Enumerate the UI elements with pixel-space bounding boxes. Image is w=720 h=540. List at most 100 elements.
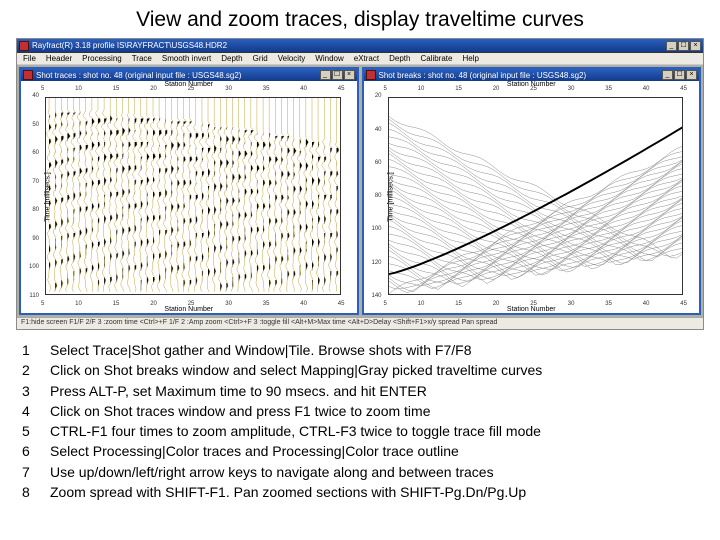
tick: 45 (680, 86, 687, 92)
tick: 40 (300, 301, 307, 307)
tick: 5 (384, 86, 387, 92)
tick: 45 (680, 301, 687, 307)
tick: 5 (41, 86, 44, 92)
instruction-row: 6Select Processing|Color traces and Proc… (22, 441, 698, 461)
menu-processing[interactable]: Processing (82, 54, 122, 63)
child-icon (23, 70, 33, 80)
menu-calibrate[interactable]: Calibrate (420, 54, 452, 63)
instruction-row: 8Zoom spread with SHIFT-F1. Pan zoomed s… (22, 482, 698, 502)
close-button[interactable]: × (686, 70, 697, 80)
minimize-button[interactable]: _ (662, 70, 673, 80)
status-bar: F1:hide screen F1/F 2/F 3 :zoom time <Ct… (17, 317, 703, 329)
close-button[interactable]: × (344, 70, 355, 80)
shot-breaks-title: Shot breaks : shot no. 48 (original inpu… (379, 71, 587, 80)
instruction-row: 1 Select Trace|Shot gather and Window|Til… (22, 340, 698, 360)
instruction-num: 8 (22, 482, 36, 502)
tick: 20 (150, 86, 157, 92)
tick: 5 (384, 301, 387, 307)
minimize-button[interactable]: _ (320, 70, 331, 80)
tick: 45 (338, 86, 345, 92)
instruction-num: 1 (22, 340, 36, 360)
tick: 20 (375, 93, 382, 99)
menu-smooth-invert[interactable]: Smooth invert (162, 54, 211, 63)
tick: 100 (29, 264, 39, 270)
tick: 30 (225, 86, 232, 92)
tick: 10 (418, 86, 425, 92)
maximize-button[interactable]: ☐ (678, 41, 689, 51)
tick: 30 (568, 301, 575, 307)
tick: 30 (225, 301, 232, 307)
shot-traces-canvas[interactable] (45, 97, 341, 295)
menubar: File Header Processing Trace Smooth inve… (17, 53, 703, 65)
tick: 25 (188, 86, 195, 92)
tick: 40 (375, 127, 382, 133)
tick: 15 (113, 86, 120, 92)
tick: 70 (32, 179, 39, 185)
app-window: Rayfract(R) 3.18 profile IS\RAYFRACT\USG… (16, 38, 704, 330)
instruction-num: 2 (22, 360, 36, 380)
tick: 120 (371, 260, 381, 266)
menu-depth2[interactable]: Depth (389, 54, 410, 63)
tick: 35 (605, 86, 612, 92)
maximize-button[interactable]: ☐ (332, 70, 343, 80)
tick: 10 (418, 301, 425, 307)
tick: 10 (75, 301, 82, 307)
child-icon (366, 70, 376, 80)
shot-traces-plot[interactable]: Time [millisecs.] Station Number Station… (21, 81, 357, 313)
instruction-row: 3Press ALT-P, set Maximum time to 90 mse… (22, 381, 698, 401)
instructions-list: 1 Select Trace|Shot gather and Window|Til… (22, 340, 698, 502)
tick: 35 (605, 301, 612, 307)
tick: 40 (300, 86, 307, 92)
shot-breaks-plot[interactable]: Time [millisecs.] Station Number Station… (364, 81, 700, 313)
menu-window[interactable]: Window (315, 54, 343, 63)
instruction-num: 5 (22, 421, 36, 441)
tick: 90 (32, 236, 39, 242)
menu-extract[interactable]: eXtract (354, 54, 379, 63)
tick: 60 (32, 150, 39, 156)
instruction-text: CTRL-F1 four times to zoom amplitude, CT… (50, 421, 541, 441)
tick: 30 (568, 86, 575, 92)
tick: 80 (375, 193, 382, 199)
maximize-button[interactable]: ☐ (674, 70, 685, 80)
shot-breaks-canvas[interactable] (388, 97, 684, 295)
shot-breaks-window[interactable]: Shot breaks : shot no. 48 (original inpu… (362, 67, 702, 315)
tick: 45 (338, 301, 345, 307)
shot-traces-title: Shot traces : shot no. 48 (original inpu… (36, 71, 241, 80)
instruction-num: 7 (22, 462, 36, 482)
mdi-area: Shot traces : shot no. 48 (original inpu… (17, 65, 703, 317)
tick: 5 (41, 301, 44, 307)
tick: 80 (32, 207, 39, 213)
shot-traces-window[interactable]: Shot traces : shot no. 48 (original inpu… (19, 67, 359, 315)
minimize-button[interactable]: _ (666, 41, 677, 51)
instruction-text: Click on Shot traces window and press F1… (50, 401, 431, 421)
menu-help[interactable]: Help (462, 54, 478, 63)
parent-title-bar: Rayfract(R) 3.18 profile IS\RAYFRACT\USG… (17, 39, 703, 53)
instruction-row: 5 CTRL-F1 four times to zoom amplitude, C… (22, 421, 698, 441)
tick: 35 (263, 301, 270, 307)
parent-window-title: Rayfract(R) 3.18 profile IS\RAYFRACT\USG… (32, 41, 227, 50)
child-title-bar-left[interactable]: Shot traces : shot no. 48 (original inpu… (21, 69, 357, 81)
close-button[interactable]: × (690, 41, 701, 51)
tick: 40 (643, 301, 650, 307)
menu-grid[interactable]: Grid (253, 54, 268, 63)
tick: 110 (29, 293, 39, 299)
instruction-num: 6 (22, 441, 36, 461)
page-title: View and zoom traces, display traveltime… (0, 0, 720, 38)
child-title-bar-right[interactable]: Shot breaks : shot no. 48 (original inpu… (364, 69, 700, 81)
menu-file[interactable]: File (23, 54, 36, 63)
tick: 20 (493, 301, 500, 307)
instruction-text: Select Trace|Shot gather and Window|Tile… (50, 340, 472, 360)
tick: 50 (32, 122, 39, 128)
menu-trace[interactable]: Trace (132, 54, 152, 63)
app-icon (19, 41, 29, 51)
x-axis-label-bottom: Station Number (164, 306, 213, 313)
instruction-row: 4Click on Shot traces window and press F… (22, 401, 698, 421)
instruction-text: Use up/down/left/right arrow keys to nav… (50, 462, 494, 482)
tick: 20 (493, 86, 500, 92)
tick: 20 (150, 301, 157, 307)
menu-depth[interactable]: Depth (221, 54, 242, 63)
menu-header[interactable]: Header (46, 54, 72, 63)
tick: 25 (530, 301, 537, 307)
menu-velocity[interactable]: Velocity (278, 54, 306, 63)
instruction-row: 7 Use up/down/left/right arrow keys to na… (22, 462, 698, 482)
